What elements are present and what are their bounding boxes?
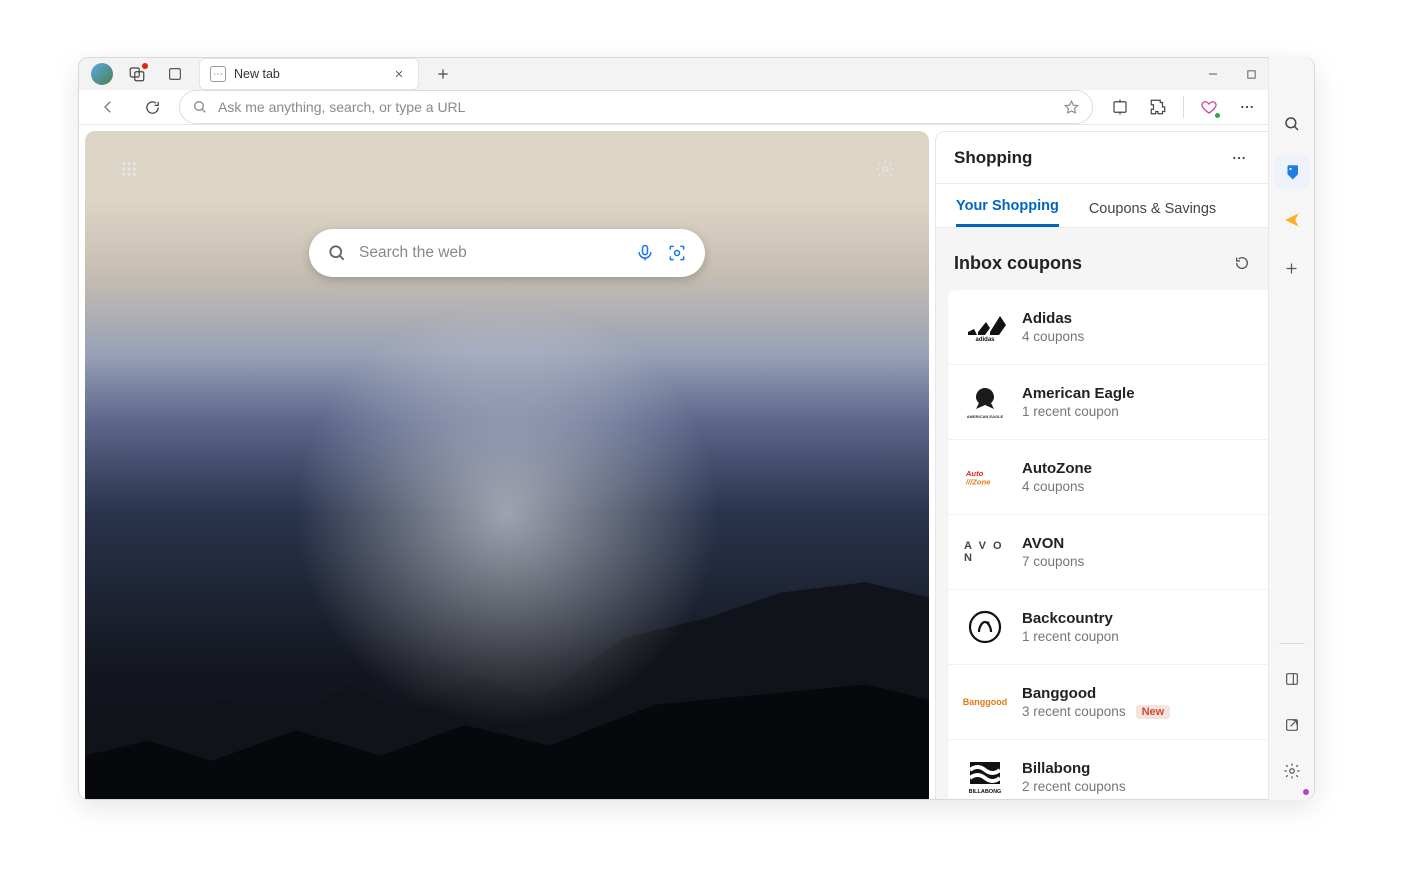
voice-search-icon[interactable] <box>635 243 655 263</box>
brand-name: Banggood <box>1022 685 1249 702</box>
search-icon <box>192 99 208 115</box>
brand-name: AutoZone <box>1022 460 1249 477</box>
coupon-subtext: 3 recent coupons <box>1022 704 1126 719</box>
coupon-row[interactable]: Banggood Banggood 3 recent coupons New <box>948 664 1295 739</box>
coupon-subtext: 7 coupons <box>1022 554 1084 569</box>
rail-send-icon[interactable] <box>1275 203 1309 237</box>
tab-coupons-savings[interactable]: Coupons & Savings <box>1089 201 1216 227</box>
window-maximize-button[interactable] <box>1244 67 1258 81</box>
coupon-subtext: 2 recent coupons <box>1022 779 1126 794</box>
brand-name: American Eagle <box>1022 385 1249 402</box>
brand-logo <box>964 606 1006 648</box>
shopping-panel: Shopping Your Shopping Coupons & Savings… <box>935 131 1308 800</box>
tab-actions-icon[interactable] <box>161 60 189 88</box>
coupon-row[interactable]: A V O N AVON 7 coupons <box>948 514 1295 589</box>
brand-logo: Auto///Zone <box>964 456 1006 498</box>
web-search-box[interactable] <box>309 229 705 277</box>
panel-title: Shopping <box>954 148 1032 168</box>
search-icon <box>327 243 347 263</box>
coupon-subtext: 1 recent coupon <box>1022 404 1119 419</box>
brand-logo: A V O N <box>964 531 1006 573</box>
browser-siderail <box>1268 57 1314 800</box>
section-refresh-icon[interactable] <box>1229 250 1255 276</box>
coupon-subtext: 1 recent coupon <box>1022 629 1119 644</box>
svg-text:adidas: adidas <box>975 337 995 342</box>
brand-name: Billabong <box>1022 760 1249 777</box>
coupon-subtext: 4 coupons <box>1022 479 1084 494</box>
svg-text:///Zone: ///Zone <box>965 478 991 487</box>
panel-tabs: Your Shopping Coupons & Savings <box>936 184 1307 228</box>
toolbar-divider <box>1183 96 1184 118</box>
tab-close-button[interactable] <box>390 65 408 83</box>
rail-sidebar-icon[interactable] <box>1275 662 1309 696</box>
split-screen-icon[interactable] <box>1103 90 1137 124</box>
content-area: Shopping Your Shopping Coupons & Savings… <box>79 125 1314 800</box>
rail-settings-icon[interactable] <box>1275 754 1309 788</box>
favorite-icon[interactable] <box>1063 99 1080 116</box>
coupon-row[interactable]: AMERICAN EAGLE American Eagle 1 recent c… <box>948 364 1295 439</box>
address-input[interactable] <box>218 99 1053 115</box>
new-badge: New <box>1136 705 1171 719</box>
tab-your-shopping[interactable]: Your Shopping <box>956 198 1059 227</box>
nav-refresh-button[interactable] <box>135 90 169 124</box>
new-tab-button[interactable] <box>429 60 457 88</box>
brand-logo: adidas <box>964 306 1006 348</box>
coupon-row[interactable]: Auto///Zone AutoZone 4 coupons <box>948 439 1295 514</box>
tab-title: New tab <box>234 67 280 81</box>
coupon-row[interactable]: BILLABONG Billabong 2 recent coupons <box>948 739 1295 800</box>
panel-header: Shopping <box>936 132 1307 184</box>
rail-add-icon[interactable] <box>1275 251 1309 285</box>
brand-logo: Banggood <box>964 681 1006 723</box>
coupon-row[interactable]: Backcountry 1 recent coupon <box>948 589 1295 664</box>
new-tab-page <box>85 131 929 800</box>
wellness-icon[interactable] <box>1192 90 1226 124</box>
brand-name: Backcountry <box>1022 610 1249 627</box>
brand-logo: AMERICAN EAGLE <box>964 381 1006 423</box>
section-title: Inbox coupons <box>954 253 1082 274</box>
panel-more-icon[interactable] <box>1225 144 1253 172</box>
coupon-subtext: 4 coupons <box>1022 329 1084 344</box>
nav-back-button[interactable] <box>91 90 125 124</box>
coupon-list: adidas Adidas 4 coupons AMERICAN EAGLE A… <box>948 290 1295 800</box>
profile-avatar[interactable] <box>91 63 113 85</box>
window-minimize-button[interactable] <box>1206 67 1220 81</box>
tab-favicon: ⋯ <box>210 66 226 82</box>
tab-strip: ⋯ New tab <box>79 58 1314 90</box>
extensions-icon[interactable] <box>1141 90 1175 124</box>
panel-body: Inbox coupons adidas Adidas <box>936 228 1307 800</box>
visual-search-icon[interactable] <box>667 243 687 263</box>
workspaces-icon[interactable] <box>123 60 151 88</box>
svg-text:BILLABONG: BILLABONG <box>969 789 1002 794</box>
brand-logo: BILLABONG <box>964 756 1006 798</box>
background-mountain <box>85 521 929 800</box>
svg-text:AMERICAN EAGLE: AMERICAN EAGLE <box>967 414 1004 419</box>
rail-divider <box>1279 643 1305 644</box>
address-bar[interactable] <box>179 90 1093 124</box>
rail-open-external-icon[interactable] <box>1275 708 1309 742</box>
toolbar <box>79 90 1314 125</box>
rail-shopping-icon[interactable] <box>1275 155 1309 189</box>
brand-name: Adidas <box>1022 310 1249 327</box>
coupon-row[interactable]: adidas Adidas 4 coupons <box>948 290 1295 364</box>
page-settings-icon[interactable] <box>867 151 903 187</box>
apps-grid-icon[interactable] <box>111 151 147 187</box>
more-menu-icon[interactable] <box>1230 90 1264 124</box>
brand-name: AVON <box>1022 535 1249 552</box>
web-search-input[interactable] <box>359 244 623 262</box>
rail-search-icon[interactable] <box>1275 107 1309 141</box>
tab-newtab[interactable]: ⋯ New tab <box>199 58 419 90</box>
